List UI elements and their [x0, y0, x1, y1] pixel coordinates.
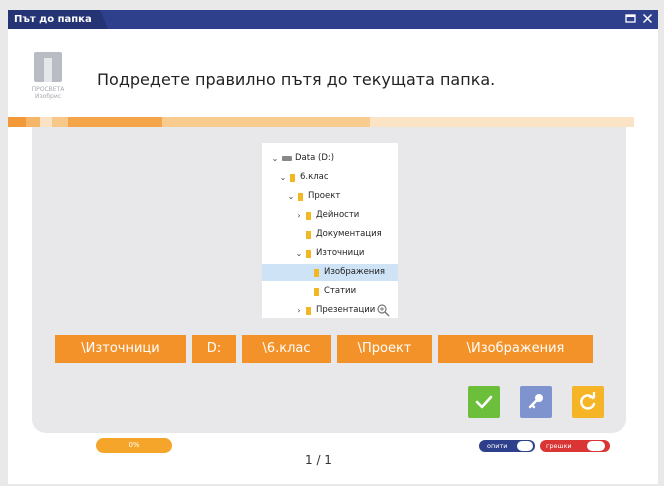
folder-icon [290, 174, 295, 182]
drive-icon [282, 156, 292, 161]
logo-line-1: ПРОСВЕТА [31, 86, 65, 93]
zoom-icon[interactable] [376, 303, 390, 317]
tree-item-dokumentacia[interactable]: Документация [262, 226, 398, 243]
toggle-knob [516, 440, 534, 452]
errors-label: грешки [546, 442, 572, 450]
folder-icon [298, 193, 303, 201]
folder-icon [306, 212, 311, 220]
attempts-toggle[interactable]: опити [479, 440, 535, 452]
hint-button[interactable] [520, 386, 552, 418]
progress-bar: 0% [96, 438, 172, 453]
tree-item-izobrazhenia[interactable]: Изображения [262, 264, 398, 281]
stripe-segment [8, 117, 26, 127]
stripe-segment [52, 117, 68, 127]
check-icon [475, 395, 493, 409]
path-segment-proekt[interactable]: \Проект [337, 335, 432, 363]
chevron-down-icon[interactable]: ⌄ [278, 169, 288, 186]
tree-item-label: Документация [316, 229, 382, 239]
tree-item-label: Презентации [316, 305, 376, 315]
chevron-down-icon[interactable]: ⌄ [270, 150, 280, 167]
tree-item-label: 6.клас [300, 172, 329, 182]
tree-item-label: Изображения [324, 267, 386, 277]
folder-icon [306, 307, 311, 315]
tree-item-label: Дейности [316, 210, 360, 220]
chevron-down-icon[interactable]: ⌄ [286, 188, 296, 205]
errors-toggle[interactable]: грешки [540, 440, 610, 452]
tree-item-label: Статии [324, 286, 357, 296]
path-segment-d[interactable]: D: [192, 335, 236, 363]
folder-icon [314, 288, 319, 296]
tree-item-6-klas[interactable]: ⌄ 6.клас [262, 169, 398, 186]
stripe-segment [162, 117, 370, 127]
close-icon[interactable] [641, 13, 654, 26]
chevron-right-icon[interactable]: › [294, 207, 304, 224]
folder-icon [306, 231, 311, 239]
stripe-segment [26, 117, 40, 127]
tree-item-statii[interactable]: Статии [262, 283, 398, 300]
tree-item-label: Data (D:) [295, 153, 335, 163]
tree-item-data[interactable]: ⌄ Data (D:) [262, 150, 398, 167]
tree-item-prezentacii[interactable]: › Презентации [262, 302, 398, 319]
instruction-text: Подредете правилно пътя до текущата папк… [97, 70, 496, 89]
stripe-segment [40, 117, 52, 127]
logo-line-2: Изобрис [34, 93, 62, 100]
folder-tree: ⌄ Data (D:) ⌄ 6.клас ⌄ Проект › Дейности… [262, 143, 398, 318]
stripe-segment [370, 117, 634, 127]
maximize-icon[interactable] [624, 13, 637, 26]
tree-item-label: Проект [308, 191, 341, 201]
page-counter: 1 / 1 [305, 453, 332, 467]
folder-icon [314, 269, 319, 277]
logo-icon [34, 52, 62, 82]
attempts-label: опити [487, 442, 508, 450]
tree-item-iztochnici[interactable]: ⌄ Източници [262, 245, 398, 262]
tree-item-label: Източници [316, 248, 365, 258]
chevron-down-icon[interactable]: ⌄ [294, 245, 304, 262]
tree-item-proekt[interactable]: ⌄ Проект [262, 188, 398, 205]
stripe-segment [68, 117, 162, 127]
tree-item-deinosti[interactable]: › Дейности [262, 207, 398, 224]
folder-icon [306, 250, 311, 258]
logo: ПРОСВЕТА Изобрис [28, 52, 68, 114]
title-bar: Път до папка [8, 10, 658, 29]
path-segment-izobrazhenia[interactable]: \Изображения [438, 335, 593, 363]
window-title: Път до папка [8, 10, 108, 29]
path-segment-6-klas[interactable]: \6.клас [242, 335, 331, 363]
path-segment-iztochnici[interactable]: \Източници [55, 335, 186, 363]
toggle-knob [586, 440, 606, 452]
refresh-icon [580, 392, 596, 410]
reset-button[interactable] [572, 386, 604, 418]
chevron-right-icon[interactable]: › [294, 302, 304, 319]
key-icon [528, 394, 543, 409]
check-button[interactable] [468, 386, 500, 418]
